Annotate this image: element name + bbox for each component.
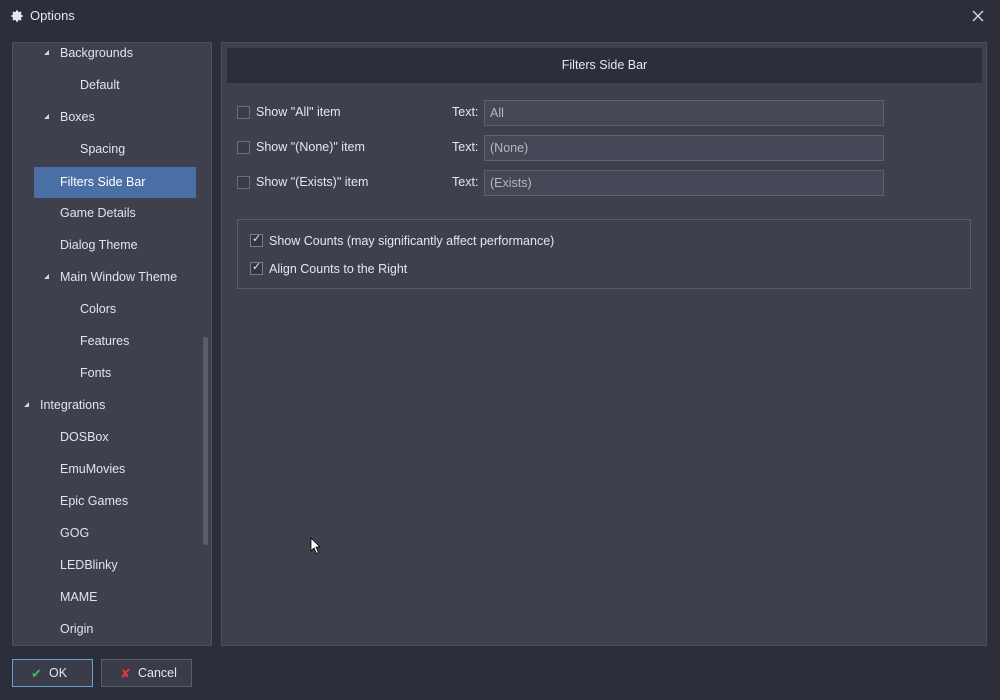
tree-item-label: LEDBlinky bbox=[60, 558, 118, 572]
tree-item-filters-side-bar[interactable]: Filters Side Bar bbox=[34, 167, 196, 198]
tree-item-backgrounds[interactable]: Backgrounds bbox=[60, 43, 133, 70]
tree-item-label: DOSBox bbox=[60, 430, 109, 444]
show-counts-label: Show Counts (may significantly affect pe… bbox=[269, 234, 555, 248]
expanded-arrow-icon[interactable] bbox=[44, 50, 49, 55]
show-none-text-label: Text: bbox=[452, 140, 479, 154]
tree-item-gog[interactable]: GOG bbox=[60, 518, 89, 550]
show-none-label: Show "(None)" item bbox=[256, 140, 365, 154]
tree-item-ledblinky[interactable]: LEDBlinky bbox=[60, 550, 118, 582]
tree-item-label: Filters Side Bar bbox=[60, 175, 146, 189]
cancel-label: Cancel bbox=[138, 666, 177, 680]
show-exists-text-label: Text: bbox=[452, 175, 479, 189]
tree-item-label: Fonts bbox=[80, 366, 112, 380]
tree-item-fonts[interactable]: Fonts bbox=[80, 358, 111, 390]
align-counts-label: Align Counts to the Right bbox=[269, 262, 408, 276]
expanded-arrow-icon[interactable] bbox=[44, 274, 49, 279]
tree-item-label: GOG bbox=[60, 526, 90, 540]
show-exists-text-input[interactable] bbox=[484, 170, 884, 196]
show-none-text-input[interactable] bbox=[484, 135, 884, 161]
tree-item-label: EmuMovies bbox=[60, 462, 126, 476]
tree-item-emumovies[interactable]: EmuMovies bbox=[60, 454, 125, 486]
tree-item-dosbox[interactable]: DOSBox bbox=[60, 422, 109, 454]
checkmark-icon: ✓ bbox=[252, 261, 262, 273]
tree-item-mame[interactable]: MAME bbox=[60, 582, 98, 614]
expanded-arrow-icon[interactable] bbox=[44, 114, 49, 119]
x-icon: ✘ bbox=[120, 666, 131, 681]
tree-item-label: Integrations bbox=[40, 398, 106, 412]
tree-item-label: Features bbox=[80, 334, 130, 348]
show-exists-checkbox[interactable] bbox=[237, 176, 250, 189]
settings-panel: Filters Side Bar Show "All" item Text: S… bbox=[221, 42, 987, 646]
tree-item-label: Colors bbox=[80, 302, 117, 316]
title-bar: Options bbox=[0, 0, 1000, 32]
tree-item-label: Epic Games bbox=[60, 494, 129, 508]
tree-item-integrations[interactable]: Integrations bbox=[40, 390, 105, 422]
expanded-arrow-icon[interactable] bbox=[24, 402, 29, 407]
tree-item-colors[interactable]: Colors bbox=[80, 294, 116, 326]
tree-item-label: Default bbox=[80, 78, 120, 92]
mouse-cursor-icon bbox=[310, 537, 321, 555]
tree-item-label: Boxes bbox=[60, 110, 95, 124]
tree-item-label: Spacing bbox=[80, 142, 126, 156]
ok-label: OK bbox=[49, 666, 68, 680]
counts-group: ✓ Show Counts (may significantly affect … bbox=[237, 219, 971, 289]
ok-button[interactable]: ✔ OK bbox=[12, 659, 93, 687]
show-none-checkbox[interactable] bbox=[237, 141, 250, 154]
tree-item-origin[interactable]: Origin bbox=[60, 614, 94, 645]
show-all-text-input[interactable] bbox=[484, 100, 884, 126]
tree-item-spacing[interactable]: Spacing bbox=[80, 134, 125, 166]
show-counts-checkbox[interactable]: ✓ bbox=[250, 233, 263, 247]
tree-item-label: Backgrounds bbox=[60, 46, 133, 60]
section-header: Filters Side Bar bbox=[227, 48, 982, 83]
tree-item-boxes[interactable]: Boxes bbox=[60, 102, 95, 134]
cancel-button[interactable]: ✘ Cancel bbox=[101, 659, 192, 687]
tree-item-label: Main Window Theme bbox=[60, 270, 178, 284]
close-button[interactable] bbox=[968, 6, 988, 26]
tree-item-label: Dialog Theme bbox=[60, 238, 138, 252]
tree-item-epic-games[interactable]: Epic Games bbox=[60, 486, 128, 518]
window-title: Options bbox=[30, 8, 75, 23]
tree-item-label: Game Details bbox=[60, 206, 136, 220]
show-all-checkbox[interactable] bbox=[237, 106, 250, 119]
tree-item-label: Origin bbox=[60, 622, 94, 636]
tree-item-main-window-theme[interactable]: Main Window Theme bbox=[60, 262, 177, 294]
tree-scrollbar[interactable] bbox=[203, 337, 208, 545]
tree-item-features[interactable]: Features bbox=[80, 326, 129, 358]
show-all-text-label: Text: bbox=[452, 105, 479, 119]
options-tree[interactable]: Backgrounds Default Boxes Spacing Filters Si… bbox=[12, 42, 212, 646]
tree-item-label: MAME bbox=[60, 590, 98, 604]
gear-icon bbox=[11, 10, 23, 22]
checkmark-icon: ✔ bbox=[31, 666, 42, 681]
checkmark-icon: ✓ bbox=[252, 233, 262, 245]
show-exists-label: Show "(Exists)" item bbox=[256, 175, 369, 189]
align-counts-checkbox[interactable]: ✓ bbox=[250, 261, 263, 275]
tree-item-dialog-theme[interactable]: Dialog Theme bbox=[60, 230, 138, 262]
tree-item-game-details[interactable]: Game Details bbox=[60, 198, 136, 230]
close-icon bbox=[972, 10, 984, 22]
tree-item-default[interactable]: Default bbox=[80, 70, 120, 102]
show-all-label: Show "All" item bbox=[256, 105, 341, 119]
